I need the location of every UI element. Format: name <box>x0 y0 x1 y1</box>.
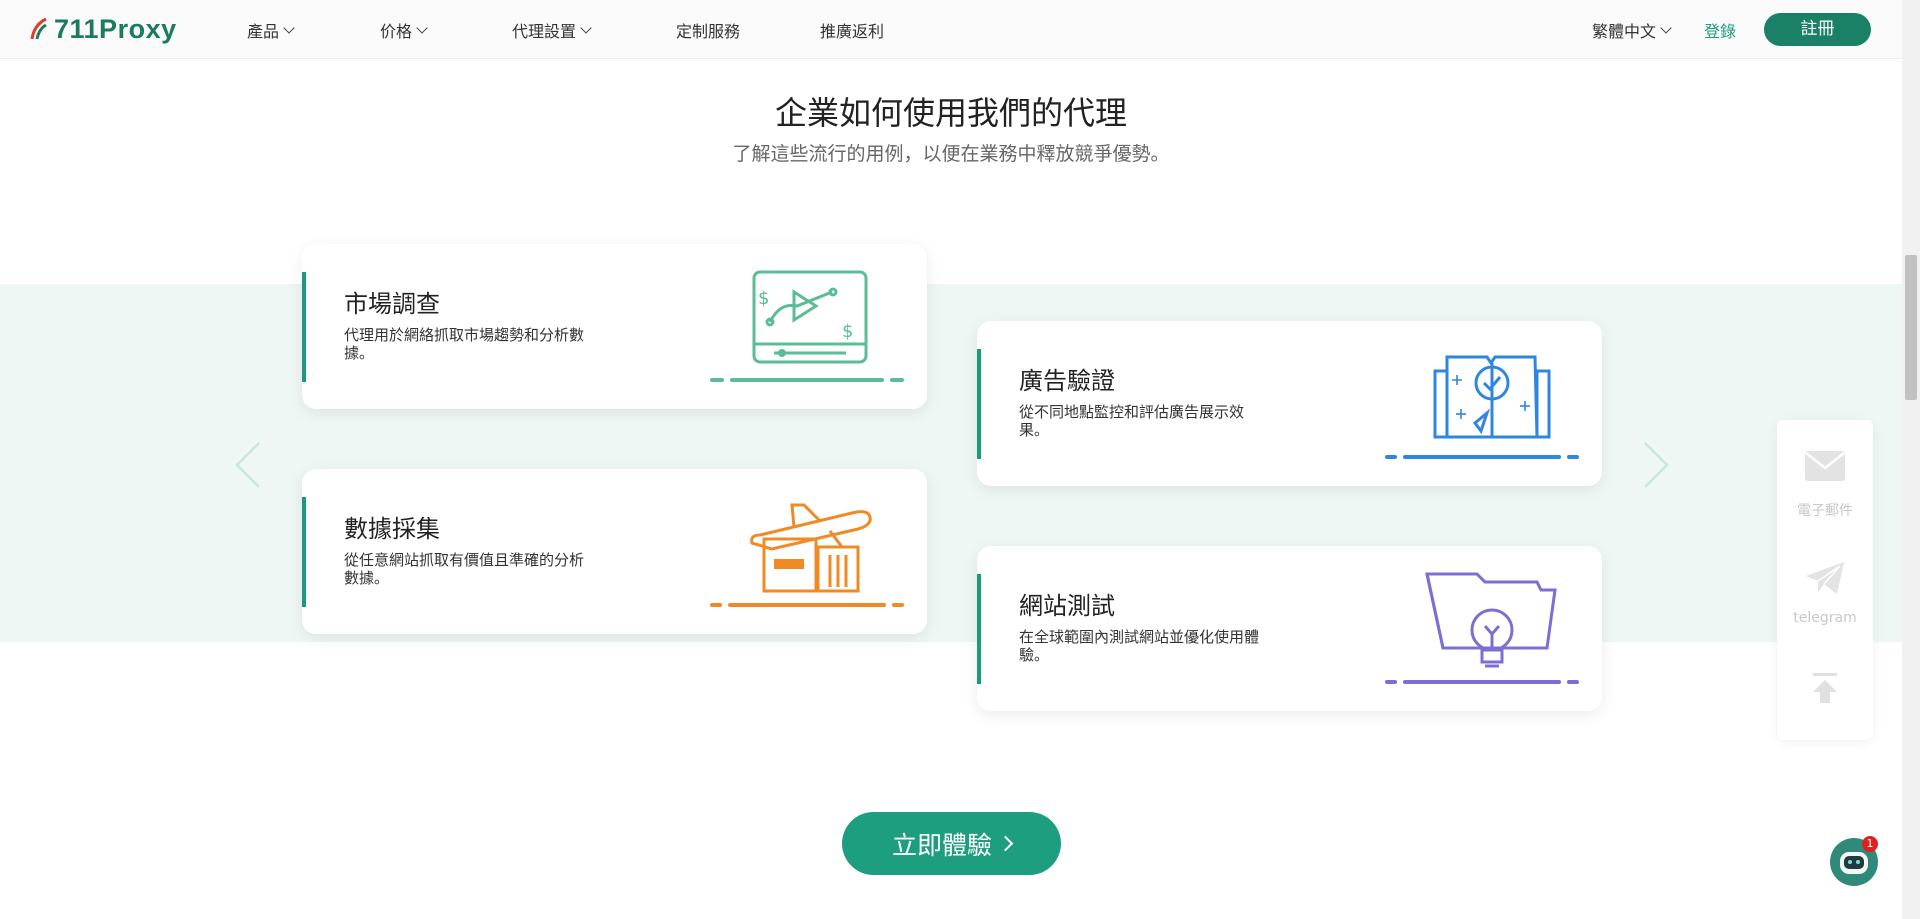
card-title: 廣告驗證 <box>1019 367 1115 395</box>
usecase-card-website-testing[interactable]: 網站測試 在全球範圍內測試網站並優化使用體驗。 <box>977 546 1602 711</box>
svg-text:$: $ <box>842 321 853 342</box>
brand-logo[interactable]: 711Proxy <box>30 12 177 46</box>
chevron-down-icon <box>580 21 592 34</box>
nav-item-label: 推廣返利 <box>820 22 885 41</box>
usecase-card-data-collection[interactable]: 數據採集 從任意網站抓取有價值且準確的分析數據。 <box>302 469 927 634</box>
data-collection-icon <box>710 503 904 607</box>
ad-verification-icon <box>1385 355 1579 459</box>
top-nav: 711Proxy 產品 价格 代理設置 定制服務 推廣返利 繁體中文 登錄 註冊 <box>0 0 1902 59</box>
language-label: 繁體中文 <box>1592 22 1657 41</box>
floating-contact-panel: 電子郵件 telegram <box>1777 420 1873 740</box>
card-description: 從不同地點監控和評估廣告展示效果。 <box>1019 403 1245 439</box>
telegram-icon[interactable] <box>1804 560 1846 596</box>
chevron-right-icon <box>997 835 1014 852</box>
chevron-down-icon <box>1660 21 1672 34</box>
register-button[interactable]: 註冊 <box>1764 13 1871 46</box>
email-icon[interactable] <box>1804 450 1846 482</box>
chat-notification-badge: 1 <box>1862 836 1878 852</box>
carousel-next-arrow-icon[interactable] <box>1641 440 1671 490</box>
cards-band <box>0 284 1902 642</box>
nav-item-proxy-settings[interactable]: 代理設置 <box>512 18 592 42</box>
card-title: 市場調查 <box>344 290 440 318</box>
nav-item-pricing[interactable]: 价格 <box>380 18 428 42</box>
usecase-card-market-research[interactable]: 市場調查 代理用於網絡抓取市場趨勢和分析數據。 $ $ <box>302 244 927 409</box>
section-title: 企業如何使用我們的代理 <box>774 94 1127 132</box>
card-description: 代理用於網絡抓取市場趨勢和分析數據。 <box>344 326 585 362</box>
card-accent-bar <box>302 497 306 607</box>
scrollbar-thumb[interactable] <box>1905 255 1917 400</box>
card-accent-bar <box>977 349 981 459</box>
chevron-down-icon <box>283 21 295 34</box>
card-title: 網站測試 <box>1019 592 1115 620</box>
back-to-top-icon[interactable] <box>1811 672 1839 704</box>
logo-mark-icon <box>30 17 47 40</box>
svg-text:$: $ <box>758 288 769 309</box>
carousel-prev-arrow-icon[interactable] <box>233 440 263 490</box>
card-description: 從任意網站抓取有價值且準確的分析數據。 <box>344 551 585 587</box>
card-accent-bar <box>302 272 306 382</box>
nav-item-label: 价格 <box>380 22 413 41</box>
try-now-button[interactable]: 立即體驗 <box>842 812 1061 875</box>
nav-item-label: 產品 <box>247 22 280 41</box>
brand-name: 711Proxy <box>54 13 177 44</box>
card-title: 數據採集 <box>344 515 440 543</box>
login-link[interactable]: 登錄 <box>1704 18 1736 42</box>
usecase-card-ad-verification[interactable]: 廣告驗證 從不同地點監控和評估廣告展示效果。 <box>977 321 1602 486</box>
nav-item-label: 定制服務 <box>676 22 741 41</box>
nav-item-label: 代理設置 <box>512 22 577 41</box>
nav-item-custom-service[interactable]: 定制服務 <box>676 18 740 42</box>
section-subtitle: 了解這些流行的用例，以便在業務中釋放競爭優勢。 <box>732 143 1170 165</box>
website-testing-icon <box>1385 572 1579 684</box>
nav-item-referral[interactable]: 推廣返利 <box>820 18 884 42</box>
language-selector[interactable]: 繁體中文 <box>1592 18 1672 42</box>
cta-label: 立即體驗 <box>891 830 992 860</box>
page-scrollbar[interactable] <box>1902 0 1920 919</box>
card-accent-bar <box>977 574 981 684</box>
card-description: 在全球範圍內測試網站並優化使用體驗。 <box>1019 628 1260 664</box>
email-label[interactable]: 電子郵件 <box>1777 500 1873 520</box>
nav-item-products[interactable]: 產品 <box>247 18 295 42</box>
telegram-label[interactable]: telegram <box>1777 610 1873 626</box>
market-research-icon: $ $ <box>710 270 904 382</box>
chevron-down-icon <box>416 21 428 34</box>
